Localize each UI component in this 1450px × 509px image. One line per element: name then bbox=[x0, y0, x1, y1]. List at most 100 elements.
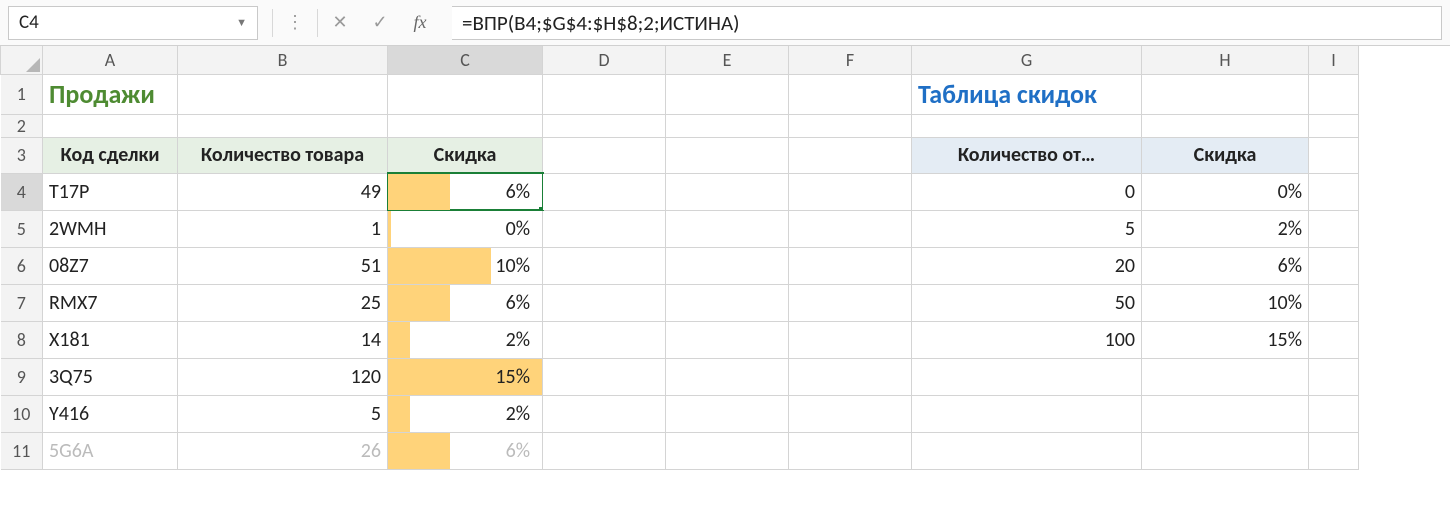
cell[interactable] bbox=[1309, 210, 1359, 247]
select-all-corner[interactable] bbox=[1, 46, 43, 74]
row-header[interactable]: 2 bbox=[1, 114, 43, 137]
cell[interactable] bbox=[543, 321, 666, 358]
sales-code[interactable]: 5G6A bbox=[43, 432, 178, 469]
disc-from[interactable]: 5 bbox=[912, 210, 1142, 247]
cell[interactable] bbox=[789, 432, 912, 469]
row-header[interactable]: 4 bbox=[1, 173, 43, 210]
cell[interactable] bbox=[789, 173, 912, 210]
cell[interactable] bbox=[178, 74, 388, 114]
sales-qty[interactable]: 14 bbox=[178, 321, 388, 358]
cancel-icon[interactable]: ✕ bbox=[322, 6, 358, 40]
cell[interactable] bbox=[666, 137, 789, 173]
cell[interactable] bbox=[789, 247, 912, 284]
name-box-dropdown-icon[interactable]: ▼ bbox=[236, 16, 247, 29]
sales-code[interactable]: RMX7 bbox=[43, 284, 178, 321]
cell[interactable] bbox=[666, 321, 789, 358]
row-header[interactable]: 3 bbox=[1, 137, 43, 173]
cell[interactable] bbox=[789, 284, 912, 321]
col-header-H[interactable]: H bbox=[1142, 46, 1309, 74]
cell[interactable] bbox=[1309, 247, 1359, 284]
row-header[interactable]: 9 bbox=[1, 358, 43, 395]
cell[interactable] bbox=[388, 114, 543, 137]
sales-qty[interactable]: 49 bbox=[178, 173, 388, 210]
cell[interactable] bbox=[43, 114, 178, 137]
col-header-D[interactable]: D bbox=[543, 46, 666, 74]
row-header[interactable]: 6 bbox=[1, 247, 43, 284]
cell[interactable] bbox=[543, 284, 666, 321]
disc-from[interactable]: 20 bbox=[912, 247, 1142, 284]
cell[interactable] bbox=[1142, 432, 1309, 469]
disc-from[interactable]: 100 bbox=[912, 321, 1142, 358]
fx-icon[interactable]: fx bbox=[402, 6, 438, 40]
sales-code[interactable]: X181 bbox=[43, 321, 178, 358]
sales-code[interactable]: 08Z7 bbox=[43, 247, 178, 284]
sales-qty[interactable]: 5 bbox=[178, 395, 388, 432]
sales-disc[interactable]: 2% bbox=[388, 395, 543, 432]
cell[interactable] bbox=[789, 210, 912, 247]
col-header-C[interactable]: C bbox=[388, 46, 543, 74]
disc-from[interactable]: 50 bbox=[912, 284, 1142, 321]
cell[interactable] bbox=[789, 358, 912, 395]
sales-disc[interactable]: 15% bbox=[388, 358, 543, 395]
sales-disc[interactable]: 6% bbox=[388, 284, 543, 321]
cell[interactable] bbox=[666, 210, 789, 247]
cell[interactable] bbox=[543, 137, 666, 173]
cell[interactable] bbox=[912, 114, 1142, 137]
cell[interactable] bbox=[1309, 137, 1359, 173]
cell[interactable] bbox=[178, 114, 388, 137]
disc-value[interactable]: 10% bbox=[1142, 284, 1309, 321]
sales-qty[interactable]: 51 bbox=[178, 247, 388, 284]
cell[interactable] bbox=[543, 358, 666, 395]
cell[interactable] bbox=[666, 358, 789, 395]
spreadsheet-grid[interactable]: ABCDEFGHI 1ПродажиТаблица скидок23Код сд… bbox=[0, 46, 1450, 470]
cell[interactable] bbox=[789, 321, 912, 358]
cell[interactable] bbox=[1142, 74, 1309, 114]
sales-disc[interactable]: 10% bbox=[388, 247, 543, 284]
disc-value[interactable]: 2% bbox=[1142, 210, 1309, 247]
cell[interactable] bbox=[543, 247, 666, 284]
sales-disc[interactable]: 6% bbox=[388, 432, 543, 469]
disc-value[interactable]: 0% bbox=[1142, 173, 1309, 210]
cell[interactable] bbox=[1309, 114, 1359, 137]
row-header[interactable]: 10 bbox=[1, 395, 43, 432]
row-header[interactable]: 7 bbox=[1, 284, 43, 321]
cell[interactable] bbox=[666, 173, 789, 210]
row-header[interactable]: 5 bbox=[1, 210, 43, 247]
sales-code[interactable]: T17P bbox=[43, 173, 178, 210]
disc-from[interactable]: 0 bbox=[912, 173, 1142, 210]
disc-value[interactable]: 15% bbox=[1142, 321, 1309, 358]
col-header-code[interactable]: Код сделки bbox=[43, 137, 178, 173]
cell[interactable] bbox=[1309, 432, 1359, 469]
cell[interactable] bbox=[666, 247, 789, 284]
col-header-I[interactable]: I bbox=[1309, 46, 1359, 74]
cell[interactable] bbox=[1142, 358, 1309, 395]
sales-qty[interactable]: 1 bbox=[178, 210, 388, 247]
name-box[interactable]: C4 ▼ bbox=[8, 6, 258, 40]
cell[interactable] bbox=[666, 395, 789, 432]
sales-qty[interactable]: 25 bbox=[178, 284, 388, 321]
col-header-disc[interactable]: Скидка bbox=[388, 137, 543, 173]
cell[interactable] bbox=[666, 284, 789, 321]
col-header-B[interactable]: B bbox=[178, 46, 388, 74]
sales-code[interactable]: 2WMH bbox=[43, 210, 178, 247]
cell[interactable] bbox=[1309, 321, 1359, 358]
cell[interactable] bbox=[912, 358, 1142, 395]
cell[interactable] bbox=[1309, 173, 1359, 210]
cell[interactable] bbox=[543, 114, 666, 137]
cell[interactable] bbox=[666, 114, 789, 137]
cell[interactable] bbox=[1142, 395, 1309, 432]
cell[interactable] bbox=[789, 395, 912, 432]
cell[interactable] bbox=[789, 74, 912, 114]
col-header-A[interactable]: A bbox=[43, 46, 178, 74]
sales-disc[interactable]: 0% bbox=[388, 210, 543, 247]
cell[interactable] bbox=[1309, 395, 1359, 432]
cell[interactable] bbox=[388, 74, 543, 114]
disc-value[interactable]: 6% bbox=[1142, 247, 1309, 284]
cell[interactable] bbox=[1309, 74, 1359, 114]
row-header[interactable]: 8 bbox=[1, 321, 43, 358]
cell[interactable] bbox=[666, 432, 789, 469]
cell[interactable] bbox=[543, 210, 666, 247]
accept-icon[interactable]: ✓ bbox=[362, 6, 398, 40]
col-header-F[interactable]: F bbox=[789, 46, 912, 74]
page-title-sales[interactable]: Продажи bbox=[43, 74, 178, 114]
